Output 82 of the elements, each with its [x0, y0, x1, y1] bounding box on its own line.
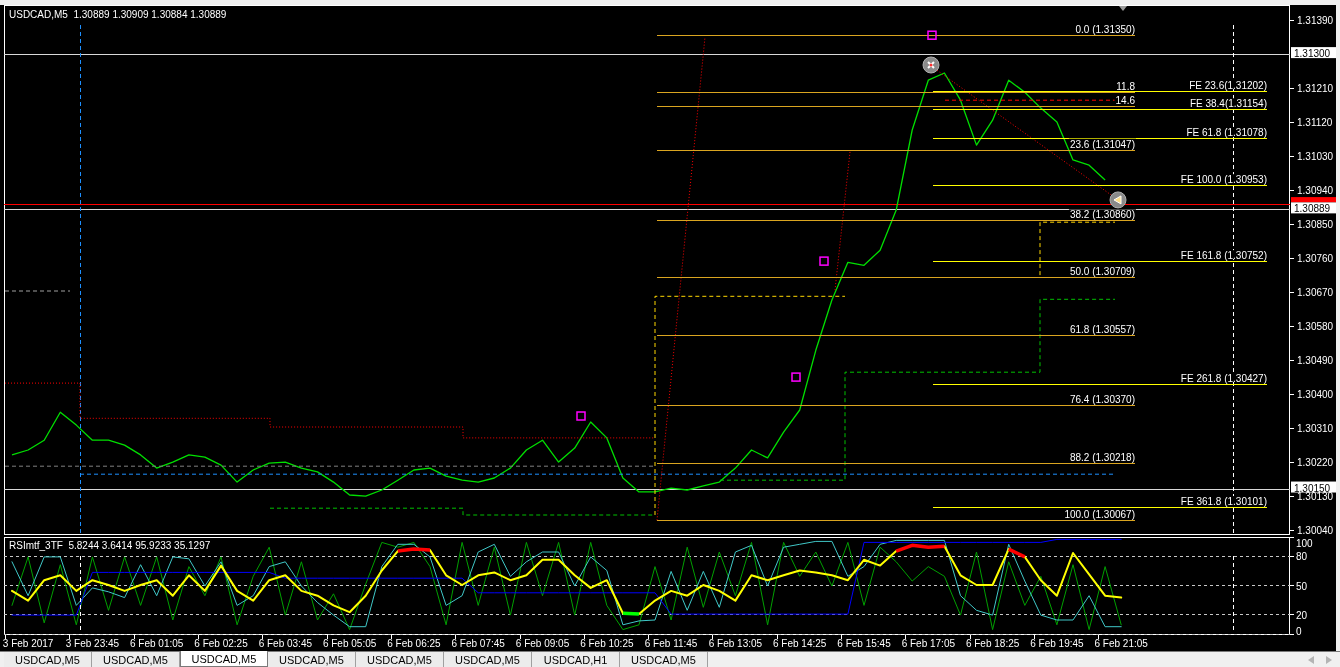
fib-level-label: FE 38.4(1.31154)	[1189, 98, 1267, 110]
chart-tab[interactable]: USDCAD,M5	[4, 652, 92, 667]
time-axis-label: 6 Feb 15:45	[837, 638, 891, 649]
fib-level-label: 76.4 (1.30370)	[1069, 394, 1135, 406]
time-axis-label: 6 Feb 09:05	[515, 638, 570, 649]
time-axis-label: 6 Feb 01:05	[130, 638, 184, 649]
fib-level-label: FE 361.8 (1.30101)	[1180, 496, 1267, 508]
indicator-title: RSImtf_3TF 5.8244 3.6414 95.9233 35.1297	[9, 540, 211, 551]
fib-level-label: 11.8	[1116, 81, 1135, 93]
triangle-right-icon	[1326, 655, 1332, 664]
time-axis-label: 6 Feb 03:45	[258, 638, 312, 649]
fib-level-label: FE 61.8 (1.31078)	[1186, 126, 1267, 138]
price-axis-label: 1.31120	[1297, 117, 1333, 129]
dashed-line	[5, 290, 71, 292]
time-axis-label: 6 Feb 21:05	[1094, 638, 1148, 649]
fib-level-label: 38.2 (1.30860)	[1069, 209, 1135, 221]
chart-tab[interactable]: USDCAD,M5	[444, 652, 532, 667]
indicator-axis-label: 100	[1296, 537, 1313, 549]
fib-level-label: FE 161.8 (1.30752)	[1180, 250, 1267, 262]
time-axis-label: 6 Feb 18:25	[965, 638, 1020, 649]
square-marker-icon	[927, 30, 937, 40]
time-axis-label: 6 Feb 10:25	[580, 638, 634, 649]
price-axis-label: 1.30040	[1297, 525, 1334, 536]
price-axis-label: 1.30490	[1297, 355, 1334, 367]
price-axis-label: 1.31210	[1297, 83, 1334, 95]
indicator-axis-label: 50	[1296, 580, 1308, 592]
chart-tab[interactable]: USDCAD,M5	[92, 652, 180, 667]
fib-level-label: 0.0 (1.31350)	[1075, 24, 1135, 36]
price-axis-label: 1.30940	[1297, 185, 1334, 197]
square-marker-icon	[819, 256, 829, 266]
price-axis-label: 1.30310	[1297, 423, 1334, 435]
fib-level-label: 61.8 (1.30557)	[1069, 323, 1135, 335]
time-axis-label: 3 Feb 2017	[2, 638, 54, 649]
chart-tab[interactable]: USDCAD,M5	[620, 652, 708, 667]
ask-price-tag	[1291, 197, 1336, 203]
time-axis-label: 6 Feb 17:05	[901, 638, 955, 649]
circle-marker-icon	[922, 56, 940, 74]
chart-tab[interactable]: USDCAD,M5	[356, 652, 444, 667]
time-axis-label: 6 Feb 19:45	[1030, 638, 1084, 649]
fib-level-label: 88.2 (1.30218)	[1069, 451, 1135, 463]
chart-title: USDCAD,M5 1.30889 1.30909 1.30884 1.30889	[9, 9, 227, 20]
price-axis-label: 1.30400	[1297, 389, 1334, 401]
price-axis-label: 1.30220	[1297, 457, 1334, 469]
chart-tab[interactable]: USDCAD,H1	[532, 652, 620, 667]
time-axis-label: 6 Feb 11:45	[644, 638, 698, 649]
price-axis-label: 1.31030	[1297, 151, 1334, 163]
fib-level-label: FE 23.6(1.31202)	[1189, 80, 1267, 92]
time-axis-label: 6 Feb 14:25	[773, 638, 827, 649]
chart-tab[interactable]: USDCAD,M5	[268, 652, 356, 667]
square-marker-icon	[791, 372, 801, 382]
time-axis-label: 6 Feb 13:05	[708, 638, 763, 649]
price-axis-label: 1.30670	[1297, 287, 1334, 299]
square-marker-icon	[576, 411, 586, 421]
oversold-segment	[622, 611, 640, 616]
price-axis-label: 1.30130	[1297, 491, 1334, 503]
triangle-left-icon	[1308, 655, 1314, 664]
fib-level-label: FE 261.8 (1.30427)	[1180, 372, 1267, 384]
fib-level-label: 100.0 (1.30067)	[1064, 508, 1135, 520]
price-tag: 1.30889	[1291, 202, 1336, 215]
circle-marker-icon	[1109, 191, 1127, 209]
ref-line-label: 1.30889	[1294, 203, 1331, 215]
triangle-icon	[1119, 6, 1127, 11]
indicator-axis-label: 0	[1296, 625, 1302, 637]
ref-line-label: 1.31300	[1294, 48, 1331, 60]
ref-line-label: 1.30150	[1294, 482, 1331, 494]
chart-tab[interactable]: USDCAD,M5	[180, 651, 268, 667]
fib-level-label: 50.0 (1.30709)	[1069, 266, 1135, 278]
price-axis-label: 1.30580	[1297, 321, 1334, 333]
price-axis-label: 1.30760	[1297, 253, 1334, 265]
fib-level-label: FE 100.0 (1.30953)	[1180, 174, 1267, 186]
time-axis-label: 6 Feb 05:05	[322, 638, 377, 649]
price-axis-label: 1.31390	[1297, 15, 1334, 27]
time-axis-label: 3 Feb 23:45	[65, 638, 120, 649]
indicator-axis-label: 80	[1296, 551, 1308, 563]
time-axis-label: 6 Feb 07:45	[451, 638, 505, 649]
fib-level-label: 23.6 (1.31047)	[1069, 138, 1135, 150]
indicator-axis-label: 20	[1296, 609, 1308, 621]
fib-level-label: 14.6	[1115, 94, 1135, 106]
time-axis-label: 6 Feb 06:25	[387, 638, 441, 649]
time-axis-label: 6 Feb 02:25	[194, 638, 248, 649]
price-axis-label: 1.30850	[1297, 219, 1334, 231]
price-tag: 1.31300	[1291, 47, 1336, 60]
